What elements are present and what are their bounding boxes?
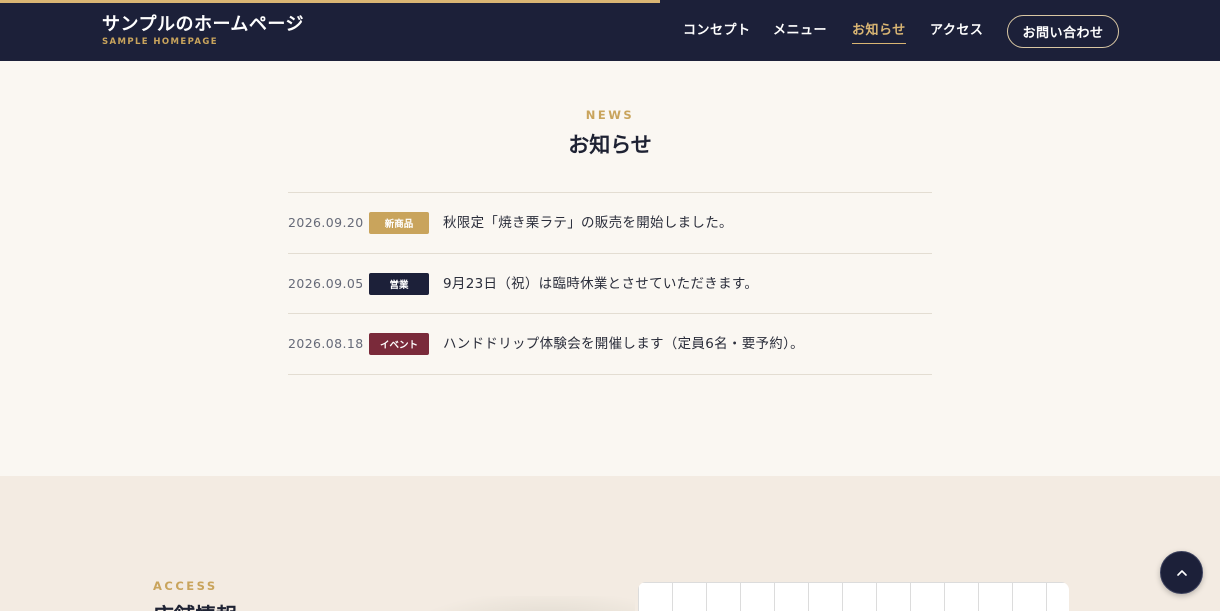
back-to-top-button[interactable] <box>1160 551 1203 594</box>
news-item[interactable]: 2026.09.20 新商品 秋限定「焼き栗ラテ」の販売を開始しました。 <box>288 193 932 254</box>
access-title: 店舗情報 <box>153 600 237 611</box>
access-section: ACCESS 店舗情報 <box>0 476 1220 611</box>
site-header: サンプルのホームページ SAMPLE HOMEPAGE コンセプト メニュー お… <box>0 0 1220 61</box>
news-date: 2026.08.18 <box>288 336 364 351</box>
news-headline: ハンドドリップ体験会を開催します（定員6名・要予約）。 <box>443 336 804 352</box>
news-date: 2026.09.05 <box>288 275 364 291</box>
logo-title: サンプルのホームページ <box>102 14 305 35</box>
nav-item-concept[interactable]: コンセプト <box>683 22 751 40</box>
nav-item-access[interactable]: アクセス <box>930 22 983 40</box>
news-category-badge: 新商品 <box>369 212 429 234</box>
nav-item-news[interactable]: お知らせ <box>852 22 906 44</box>
news-category-badge: 営業 <box>369 272 429 295</box>
news-date: 2026.09.20 <box>288 215 364 230</box>
news-item[interactable]: 2026.09.05 営業 9月23日（祝）は臨時休業とさせていただきます。 <box>288 254 932 314</box>
contact-button[interactable]: お問い合わせ <box>1007 15 1119 48</box>
access-map[interactable] <box>638 582 1069 611</box>
news-list: 2026.09.20 新商品 秋限定「焼き栗ラテ」の販売を開始しました。 202… <box>288 192 932 375</box>
news-category-badge: イベント <box>369 333 429 355</box>
nav-item-menu[interactable]: メニュー <box>773 22 827 40</box>
news-eyebrow: NEWS <box>585 108 635 122</box>
news-title: お知らせ <box>568 132 652 157</box>
chevron-up-icon <box>1175 566 1189 580</box>
scroll-progress-bar <box>0 0 660 3</box>
news-headline: 秋限定「焼き栗ラテ」の販売を開始しました。 <box>443 215 733 231</box>
nav-item-news-label: お知らせ <box>852 23 906 38</box>
logo-subtitle: SAMPLE HOMEPAGE <box>102 37 218 47</box>
news-headline: 9月23日（祝）は臨時休業とさせていただきます。 <box>443 275 759 292</box>
news-item[interactable]: 2026.08.18 イベント ハンドドリップ体験会を開催します（定員6名・要予… <box>288 314 932 375</box>
access-eyebrow: ACCESS <box>153 579 218 593</box>
site-logo[interactable]: サンプルのホームページ SAMPLE HOMEPAGE <box>102 14 304 48</box>
nav-active-underline <box>852 43 906 44</box>
shop-photo <box>420 596 635 611</box>
